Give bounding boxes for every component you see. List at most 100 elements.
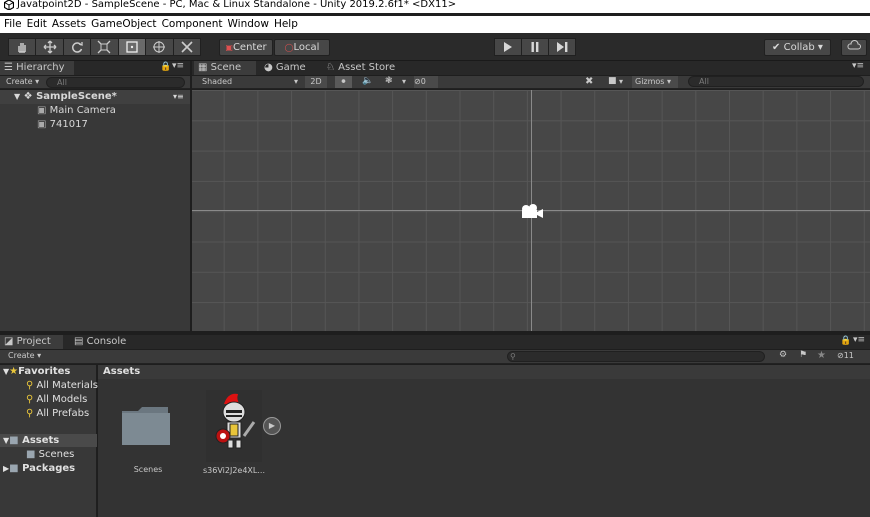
asset-label: s36Vi2J2e4XL... (203, 466, 265, 475)
folder-icon: ■ (26, 449, 36, 460)
folder-icon: ◪ (4, 336, 17, 347)
mode-2d-toggle[interactable]: 2D (305, 76, 327, 88)
mode-2d-label: 2D (310, 77, 322, 86)
hand-tool-button[interactable] (8, 38, 36, 56)
scenes-folder[interactable]: ■ Scenes (26, 448, 74, 461)
menu-file[interactable]: File (3, 18, 23, 30)
custom-tool-button[interactable] (172, 38, 201, 56)
folder-icon: ■ (9, 463, 19, 474)
tab-project[interactable]: ◪ Project (0, 335, 63, 349)
scene-viewport[interactable] (192, 90, 870, 331)
menu-help[interactable]: Help (273, 18, 299, 30)
hierarchy-header: ☰ Hierarchy 🔒 ▾≡ (0, 61, 190, 75)
effects-toggle-icon[interactable]: ❃ (385, 76, 393, 86)
assets-folder[interactable]: ▼■ Assets (0, 434, 97, 447)
expand-sprite-button[interactable]: ▶ (263, 417, 281, 435)
tools-icon[interactable]: ✖ (585, 76, 593, 87)
menu-gameobject[interactable]: GameObject (90, 18, 157, 30)
panel-menu-icon[interactable]: ▾≡ (853, 335, 865, 345)
hidden-objects-toggle[interactable]: ⊘0 (414, 76, 438, 88)
camera-settings-icon[interactable]: ■ (608, 76, 617, 86)
space-local-toggle[interactable]: ◯Local (274, 39, 330, 56)
tab-hierarchy[interactable]: ☰ Hierarchy (0, 61, 74, 75)
window-title-bar: Javatpoint2D - SampleScene - PC, Mac & L… (0, 0, 870, 13)
gameobject-icon: ▣ (37, 105, 47, 116)
cloud-button[interactable] (841, 39, 867, 56)
scene-row[interactable]: ▼ ❖ SampleScene* ▾≡ (0, 90, 190, 104)
collab-button[interactable]: ✔ Collab ▾ (764, 39, 831, 56)
asset-item-sprite[interactable]: s36Vi2J2e4XL... (203, 390, 265, 475)
menu-window[interactable]: Window (227, 18, 270, 30)
play-button[interactable] (494, 38, 521, 56)
hand-icon (18, 43, 26, 53)
tab-scene[interactable]: ▦ Scene (194, 61, 256, 75)
pivot-label: Center (232, 42, 267, 53)
search-icon: ⚲ (510, 352, 516, 361)
eye-slash-icon: ⊘ (837, 351, 844, 360)
panel-menu-icon[interactable]: ▾≡ (172, 61, 184, 71)
scene-menu-icon[interactable]: ▾≡ (173, 90, 184, 104)
pivot-center-toggle[interactable]: ▣Center (219, 39, 273, 56)
lighting-toggle[interactable]: ⚫ (335, 76, 352, 88)
knight-sprite-icon (206, 390, 262, 462)
playback-controls (494, 38, 576, 56)
packages-folder[interactable]: ▶■ Packages (3, 462, 75, 475)
hierarchy-item-main-camera[interactable]: ▣ Main Camera (37, 104, 116, 118)
favorites-section[interactable]: ▼★Favorites (3, 365, 70, 378)
move-tool-button[interactable] (35, 38, 63, 56)
scene-search-input[interactable]: All (688, 76, 864, 87)
menu-component[interactable]: Component (161, 18, 224, 30)
rotate-tool-button[interactable] (62, 38, 91, 56)
step-button[interactable] (548, 38, 576, 56)
breadcrumb-assets[interactable]: Assets (103, 366, 140, 377)
favorite-all-prefabs[interactable]: ⚲ All Prefabs (26, 407, 89, 420)
hierarchy-search-input[interactable]: All (46, 77, 185, 88)
lock-icon[interactable]: 🔒 (840, 336, 851, 346)
favorite-all-materials[interactable]: ⚲ All Materials (26, 379, 98, 392)
gizmos-dropdown[interactable]: Gizmos ▾ (632, 76, 678, 88)
favorite-all-models[interactable]: ⚲ All Models (26, 393, 87, 406)
scene-toolbar: Shaded ▾ 2D ⚫ 🔈 ❃ ▾ ⊘0 ✖ ■ ▾ Gizmos ▾ Al… (192, 76, 870, 89)
scale-tool-button[interactable] (90, 38, 118, 56)
hierarchy-create-button[interactable]: Create ▾ (6, 77, 39, 86)
rect-tool-button[interactable] (117, 38, 146, 56)
hierarchy-item-741017[interactable]: ▣ 741017 (37, 118, 88, 132)
favorite-label: All Prefabs (36, 408, 90, 419)
project-create-button[interactable]: Create ▾ (8, 351, 41, 360)
audio-toggle-icon[interactable]: 🔈 (362, 76, 373, 86)
unity-scene-icon: ❖ (23, 91, 33, 102)
asset-label: Scenes (133, 465, 163, 474)
menu-assets[interactable]: Assets (51, 18, 87, 30)
project-assets-view: Assets Scenes s36Vi2J2e4XL... ▶ (98, 365, 870, 517)
transform-tool-button[interactable] (145, 38, 173, 56)
tab-game[interactable]: ◕ Game (260, 61, 320, 75)
pause-button[interactable] (521, 38, 548, 56)
camera-gizmo-icon[interactable] (519, 203, 545, 221)
hierarchy-item-label: Main Camera (49, 105, 116, 116)
menu-bar: File Edit Assets GameObject Component Window H… (0, 16, 870, 33)
tab-asset-store[interactable]: ♘ Asset Store (322, 61, 412, 75)
scene-search-placeholder: All (699, 77, 709, 86)
pivot-icon: ▣ (225, 43, 233, 52)
search-by-type-icon[interactable]: ⚙ (779, 350, 787, 360)
hidden-packages-toggle[interactable]: ⊘11 (837, 351, 854, 360)
menu-edit[interactable]: Edit (26, 18, 48, 30)
pause-icon (531, 42, 539, 52)
favorite-star-icon[interactable]: ★ (817, 350, 826, 361)
camera-dropdown-icon[interactable]: ▾ (619, 77, 623, 86)
hierarchy-item-label: 741017 (49, 119, 88, 130)
effects-dropdown-icon[interactable]: ▾ (402, 77, 406, 86)
search-icon: ⚲ (26, 408, 34, 419)
shading-mode-dropdown[interactable]: Shaded (202, 77, 232, 86)
project-search-input[interactable]: ⚲ (507, 351, 765, 362)
lock-icon[interactable]: 🔒 (160, 62, 171, 72)
collab-label: Collab ▾ (783, 42, 823, 53)
asset-item-scenes[interactable]: Scenes (120, 405, 176, 474)
game-icon: ◕ (264, 62, 276, 73)
hidden-packages-count: 11 (843, 351, 854, 360)
tab-console[interactable]: ▤ Console (70, 335, 130, 349)
project-tab-bar: ◪ Project ▤ Console 🔒 ▾≡ (0, 335, 870, 349)
panel-menu-icon[interactable]: ▾≡ (852, 61, 864, 71)
label-tag-icon[interactable]: ⚑ (799, 350, 807, 360)
expand-arrow-icon: ▼ (14, 92, 21, 101)
